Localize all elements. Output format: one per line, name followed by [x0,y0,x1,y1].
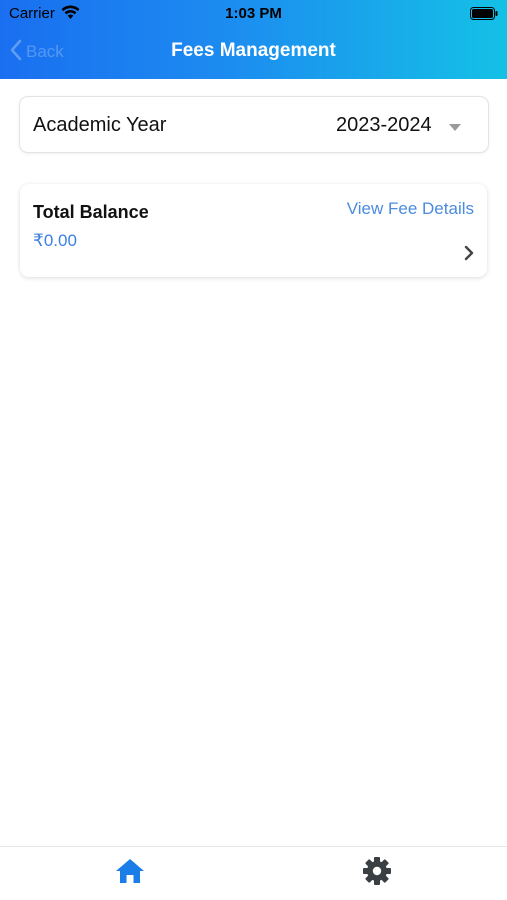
home-icon [115,858,145,889]
tab-home[interactable] [112,857,148,889]
academic-year-label: Academic Year [33,114,167,136]
total-balance-amount: ₹0.00 [33,231,77,250]
tab-settings[interactable] [358,856,396,890]
total-balance-card[interactable]: Total Balance ₹0.00 View Fee Details [20,184,487,277]
academic-year-selector[interactable]: Academic Year 2023-2024 [19,96,489,153]
gear-icon [362,856,392,891]
view-fee-details-link[interactable]: View Fee Details [347,199,474,219]
battery-icon [470,7,498,25]
total-balance-title: Total Balance [33,202,149,222]
header: Carrier 1:03 PM Back Fees Management [0,0,507,79]
navigation-bar: Back Fees Management [0,28,507,79]
tab-bar [0,846,507,900]
status-bar: Carrier 1:03 PM [0,0,507,28]
caret-down-icon[interactable] [449,118,461,136]
page-title: Fees Management [171,40,336,61]
status-time: 1:03 PM [225,5,282,22]
chevron-right-icon[interactable] [464,245,474,266]
academic-year-value[interactable]: 2023-2024 [336,114,432,137]
